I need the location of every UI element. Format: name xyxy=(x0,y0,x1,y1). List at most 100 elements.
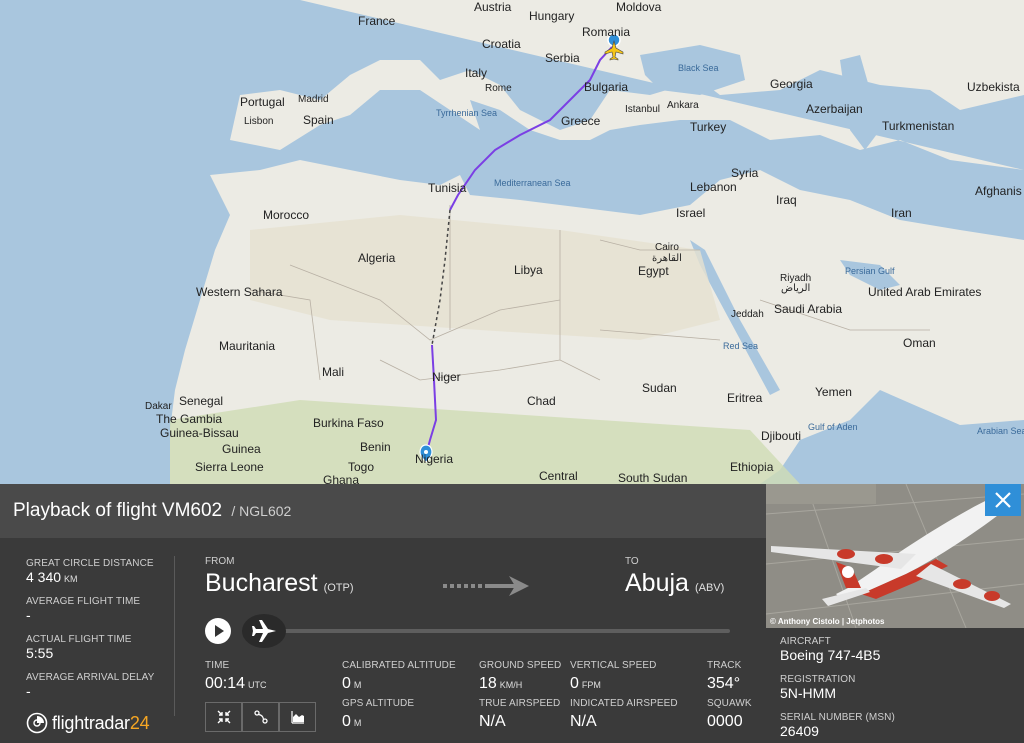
map-label: Moldova xyxy=(616,0,662,14)
map-label: Nigeria xyxy=(415,452,453,466)
map-label: Morocco xyxy=(263,208,309,222)
map-canvas[interactable]: France Austria Hungary Moldova Romania C… xyxy=(0,0,1024,484)
serial-label: SERIAL NUMBER (MSN) xyxy=(780,712,895,723)
ground-speed-block: GROUND SPEED 18 KM/H xyxy=(479,660,561,693)
fit-view-button[interactable] xyxy=(205,702,242,732)
map-label: Italy xyxy=(465,66,487,80)
gc-distance-label: GREAT CIRCLE DISTANCE xyxy=(26,558,154,569)
flight-map[interactable]: France Austria Hungary Moldova Romania C… xyxy=(0,0,1024,484)
map-label: Algeria xyxy=(358,251,396,265)
time-label: TIME xyxy=(205,660,230,671)
map-label: Afghanis xyxy=(975,184,1022,198)
avg-delay-value: - xyxy=(26,683,31,699)
to-label: TO xyxy=(625,556,639,567)
timeline-scrubber[interactable] xyxy=(242,614,286,648)
map-label: Gulf of Aden xyxy=(808,422,858,432)
divider xyxy=(174,556,175,716)
aircraft-label: AIRCRAFT xyxy=(780,636,831,647)
gps-alt-block: GPS ALTITUDE 0M xyxy=(342,698,414,731)
track-label: TRACK xyxy=(707,660,742,671)
destination-code: (ABV) xyxy=(694,582,725,594)
map-label: Croatia xyxy=(482,37,521,51)
graph-icon xyxy=(290,711,304,724)
avg-time-value: - xyxy=(26,607,31,623)
map-label: Mediterranean Sea xyxy=(494,178,571,188)
map-label: Greece xyxy=(561,114,601,128)
map-label: Rome xyxy=(485,83,512,94)
aircraft-photo[interactable]: © Anthony Cistolo | Jetphotos xyxy=(766,484,1024,628)
origin-city[interactable]: Bucharest xyxy=(205,569,318,597)
photo-credit[interactable]: © Anthony Cistolo | Jetphotos xyxy=(770,617,885,626)
map-label: Oman xyxy=(903,336,936,350)
map-label: Dakar xyxy=(145,401,172,412)
map-label: Central xyxy=(539,469,578,483)
map-label: Persian Gulf xyxy=(845,266,895,276)
playback-panel: Playback of flight VM602 / NGL602 GREAT … xyxy=(0,484,766,743)
map-label: Ghana xyxy=(323,473,359,484)
route-summary: FROM Bucharest (OTP) TO Abuja (ABV) xyxy=(205,556,735,616)
map-label: Israel xyxy=(676,206,705,220)
registration-value[interactable]: 5N-HMM xyxy=(780,685,895,701)
map-label: Yemen xyxy=(815,385,852,399)
panel-header: Playback of flight VM602 / NGL602 xyxy=(0,484,766,538)
map-label: القاهرة xyxy=(652,253,682,264)
true-airspeed-label: TRUE AIRSPEED xyxy=(479,698,561,709)
gps-alt-label: GPS ALTITUDE xyxy=(342,698,415,709)
track-value: 354° xyxy=(707,675,741,692)
map-label: Iran xyxy=(891,206,912,220)
map-label: Austria xyxy=(474,0,512,14)
cal-alt-label: CALIBRATED ALTITUDE xyxy=(342,660,456,671)
map-label: Sierra Leone xyxy=(195,460,264,474)
map-label: Madrid xyxy=(298,94,329,105)
map-label: Burkina Faso xyxy=(313,416,384,430)
flight-summary: GREAT CIRCLE DISTANCE 4 340 KM AVERAGE FL… xyxy=(26,558,166,710)
collapse-icon xyxy=(217,710,230,724)
map-label: Bulgaria xyxy=(584,80,628,94)
vertical-speed-label: VERTICAL SPEED xyxy=(570,660,657,671)
playback-timeline[interactable] xyxy=(205,614,730,648)
close-button[interactable] xyxy=(985,484,1021,516)
map-label: Niger xyxy=(432,370,461,384)
avg-time-label: AVERAGE FLIGHT TIME xyxy=(26,596,141,607)
ind-airspeed-block: INDICATED AIRSPEED N/A xyxy=(570,698,678,731)
map-label: Cairo xyxy=(655,242,679,253)
time-block: TIME 00:14 UTC xyxy=(205,660,267,693)
avg-delay-label: AVERAGE ARRIVAL DELAY xyxy=(26,672,155,683)
true-airspeed-value: N/A xyxy=(479,713,506,730)
map-label: Lisbon xyxy=(244,116,273,127)
map-label: Togo xyxy=(348,460,374,474)
squawk-label: SQUAWK xyxy=(707,698,752,709)
callsign: / NGL602 xyxy=(231,503,292,519)
map-label: الرياض xyxy=(781,283,810,294)
altitude-graph-button[interactable] xyxy=(279,702,316,732)
cal-alt-block: CALIBRATED ALTITUDE 0M xyxy=(342,660,456,693)
vertical-speed-value: 0 FPM xyxy=(570,675,601,692)
map-label: Mauritania xyxy=(219,339,275,353)
ind-airspeed-value: N/A xyxy=(570,713,597,730)
map-label: Guinea-Bissau xyxy=(160,426,239,440)
actual-time-label: ACTUAL FLIGHT TIME xyxy=(26,634,132,645)
page-title: Playback of flight VM602 / NGL602 xyxy=(13,500,291,522)
flightradar24-logo[interactable]: flightradar24 xyxy=(26,712,150,734)
track-block: TRACK 354° xyxy=(707,660,741,693)
map-label: Syria xyxy=(731,166,759,180)
actual-time-value: 5:55 xyxy=(26,645,54,661)
map-label: Senegal xyxy=(179,394,223,408)
play-button[interactable] xyxy=(205,618,231,644)
origin-code: (OTP) xyxy=(323,582,354,594)
map-label: Turkmenistan xyxy=(882,119,954,133)
map-label: Guinea xyxy=(222,442,261,456)
map-label: Lebanon xyxy=(690,180,737,194)
map-label: Benin xyxy=(360,440,391,454)
close-icon xyxy=(995,492,1011,508)
aircraft-value: Boeing 747-4B5 xyxy=(780,647,881,663)
map-label: Tyrrhenian Sea xyxy=(436,108,497,118)
route-view-button[interactable] xyxy=(242,702,279,732)
squawk-value: 0000 xyxy=(707,713,743,730)
map-label: Ankara xyxy=(667,100,699,111)
serial-value: 26409 xyxy=(780,723,819,739)
timeline-track[interactable] xyxy=(275,629,730,633)
map-label: Hungary xyxy=(529,9,574,23)
destination-city[interactable]: Abuja xyxy=(625,569,689,597)
map-label: Istanbul xyxy=(625,104,660,115)
